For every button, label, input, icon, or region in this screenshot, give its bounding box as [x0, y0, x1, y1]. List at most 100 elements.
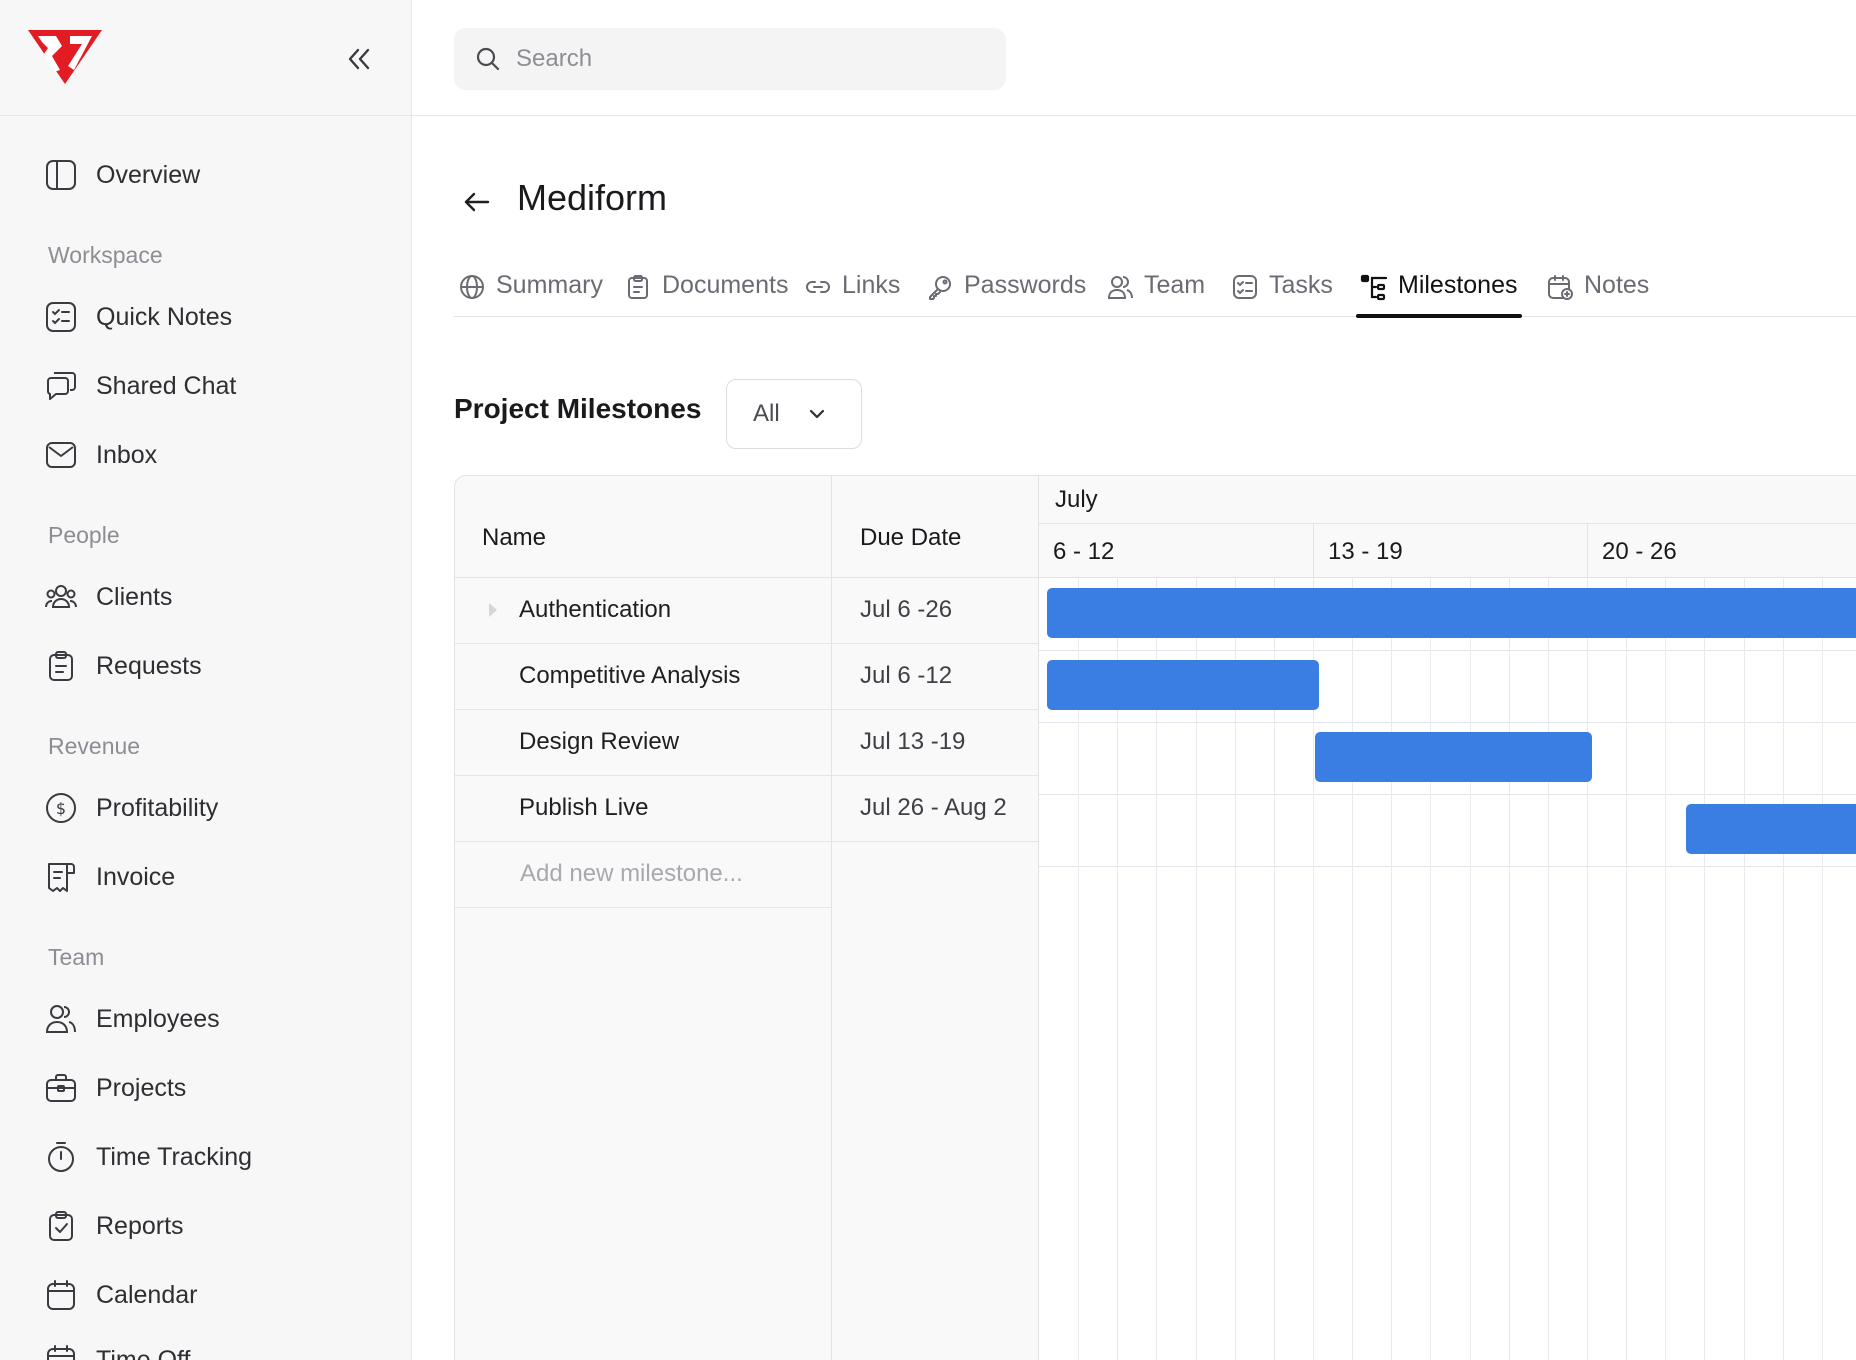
sidebar-item-time-tracking[interactable]: Time Tracking: [44, 1134, 252, 1180]
sidebar-item-label: Overview: [96, 160, 201, 189]
tab-label: Passwords: [964, 271, 1087, 299]
search-box[interactable]: [454, 28, 1006, 90]
due-date-column-header: Due Date: [832, 476, 1038, 578]
tab-milestones[interactable]: Milestones: [1356, 267, 1521, 318]
sidebar-item-label: Profitability: [96, 793, 219, 822]
add-milestone-input[interactable]: Add new milestone...: [520, 860, 743, 888]
tab-passwords[interactable]: Passwords: [926, 267, 1086, 317]
milestone-name: Design Review: [519, 728, 680, 755]
milestone-bar-publish-live[interactable]: [1686, 804, 1856, 854]
sidebar-item-label: Employees: [96, 1004, 220, 1033]
tab-label: Documents: [662, 271, 789, 299]
sidebar-item-quick-notes[interactable]: Quick Notes: [44, 294, 232, 340]
tab-team[interactable]: Team: [1106, 267, 1205, 317]
day-gridline: [1391, 578, 1392, 1360]
milestone-name: Publish Live: [519, 794, 649, 821]
column-header-label: Name: [482, 524, 547, 551]
day-gridline: [1626, 578, 1627, 1360]
due-date-cell: Jul 26 - Aug 2: [832, 776, 1038, 842]
svg-text:$: $: [56, 799, 66, 818]
sidebar-item-clients[interactable]: Clients: [44, 574, 172, 620]
sidebar-item-inbox[interactable]: Inbox: [44, 432, 157, 478]
tab-label: Milestones: [1398, 271, 1518, 299]
back-arrow-icon[interactable]: [460, 185, 494, 219]
sidebar: Overview Workspace Quick Notes Shared Ch…: [0, 0, 412, 1360]
dollar-circle-icon: $: [46, 793, 76, 823]
expand-caret-icon[interactable]: [489, 603, 497, 617]
sidebar-item-calendar[interactable]: Calendar: [44, 1272, 197, 1318]
page-title: Mediform: [517, 177, 668, 218]
sidebar-item-label: Shared Chat: [96, 371, 237, 400]
sidebar-item-label: Time Off: [96, 1345, 191, 1360]
sidebar-item-overview[interactable]: Overview: [44, 152, 200, 198]
search-icon: [476, 47, 500, 71]
main-content: Mediform Summary Documents Links Passwor…: [412, 117, 1856, 1360]
name-column-header: Name: [455, 476, 831, 578]
sidebar-item-invoice[interactable]: Invoice: [44, 854, 175, 900]
search-input[interactable]: [516, 45, 996, 73]
sidebar-item-label: Quick Notes: [96, 302, 233, 331]
sidebar-item-shared-chat[interactable]: Shared Chat: [44, 363, 236, 409]
add-milestone-row[interactable]: Add new milestone...: [455, 842, 831, 908]
sidebar-item-time-off[interactable]: Time Off: [44, 1337, 190, 1360]
milestone-name: Competitive Analysis: [519, 662, 741, 689]
week-header: 13 - 19: [1313, 524, 1587, 578]
row-divider: [1039, 866, 1856, 867]
tab-tasks[interactable]: Tasks: [1231, 267, 1333, 317]
filter-value: All: [753, 400, 780, 427]
milestone-bar-authentication[interactable]: [1047, 588, 1856, 638]
day-gridline: [1783, 578, 1784, 1360]
sidebar-section-team: Team: [48, 944, 105, 970]
due-date-value: Jul 6 -12: [860, 662, 953, 689]
milestones-gantt: Name Authentication Competitive Analysis…: [454, 475, 1856, 1360]
tab-label: Links: [842, 271, 901, 299]
milestone-filter-select[interactable]: All: [726, 379, 862, 449]
tab-summary[interactable]: Summary: [458, 267, 603, 317]
brand-logo-icon[interactable]: [26, 26, 104, 86]
milestone-bar-competitive-analysis[interactable]: [1047, 660, 1319, 710]
week-label: 20 - 26: [1602, 538, 1677, 565]
day-gridline: [1352, 578, 1353, 1360]
stopwatch-icon: [48, 1142, 74, 1172]
sidebar-item-reports[interactable]: Reports: [44, 1203, 184, 1249]
calendar-note-icon: [1548, 275, 1573, 300]
tab-documents[interactable]: Documents: [624, 267, 788, 317]
users-icon: [45, 1005, 76, 1033]
row-divider: [1039, 722, 1856, 723]
sidebar-item-profitability[interactable]: $ Profitability: [44, 785, 218, 831]
sidebar-section-people: People: [48, 522, 120, 548]
sidebar-item-label: Reports: [96, 1211, 184, 1240]
milestone-row[interactable]: Publish Live: [455, 776, 831, 842]
sidebar-item-requests[interactable]: Requests: [44, 643, 202, 689]
milestone-row[interactable]: Authentication: [455, 578, 831, 644]
sidebar-item-projects[interactable]: Projects: [44, 1065, 186, 1111]
week-header: 6 - 12: [1039, 524, 1313, 578]
week-label: 13 - 19: [1328, 538, 1403, 565]
sidebar-section-workspace: Workspace: [48, 242, 163, 268]
tab-links[interactable]: Links: [804, 267, 900, 317]
day-gridline: [1548, 578, 1549, 1360]
clipboard-icon: [49, 651, 73, 681]
tab-notes[interactable]: Notes: [1546, 267, 1649, 317]
checklist-icon: [46, 302, 76, 332]
milestone-row[interactable]: Design Review: [455, 710, 831, 776]
collapse-sidebar-button[interactable]: [340, 40, 378, 78]
sidebar-item-label: Clients: [96, 582, 173, 611]
milestone-bar-design-review[interactable]: [1315, 732, 1592, 782]
invoice-icon: [48, 863, 75, 892]
milestone-row[interactable]: Competitive Analysis: [455, 644, 831, 710]
clipboard-check-icon: [49, 1211, 73, 1241]
day-gridline: [1704, 578, 1705, 1360]
day-gridline: [1509, 578, 1510, 1360]
globe-icon: [460, 275, 484, 299]
sidebar-item-label: Invoice: [96, 862, 176, 891]
sidebar-section-revenue: Revenue: [48, 733, 141, 759]
week-header: 20 - 26: [1587, 524, 1856, 578]
sidebar-item-employees[interactable]: Employees: [44, 996, 220, 1042]
milestones-section-title: Project Milestones: [454, 393, 702, 424]
link-icon: [806, 281, 830, 293]
chat-bubbles-icon: [47, 372, 76, 400]
sidebar-item-label: Time Tracking: [96, 1142, 253, 1171]
day-gridline: [1470, 578, 1471, 1360]
row-divider: [1039, 794, 1856, 795]
